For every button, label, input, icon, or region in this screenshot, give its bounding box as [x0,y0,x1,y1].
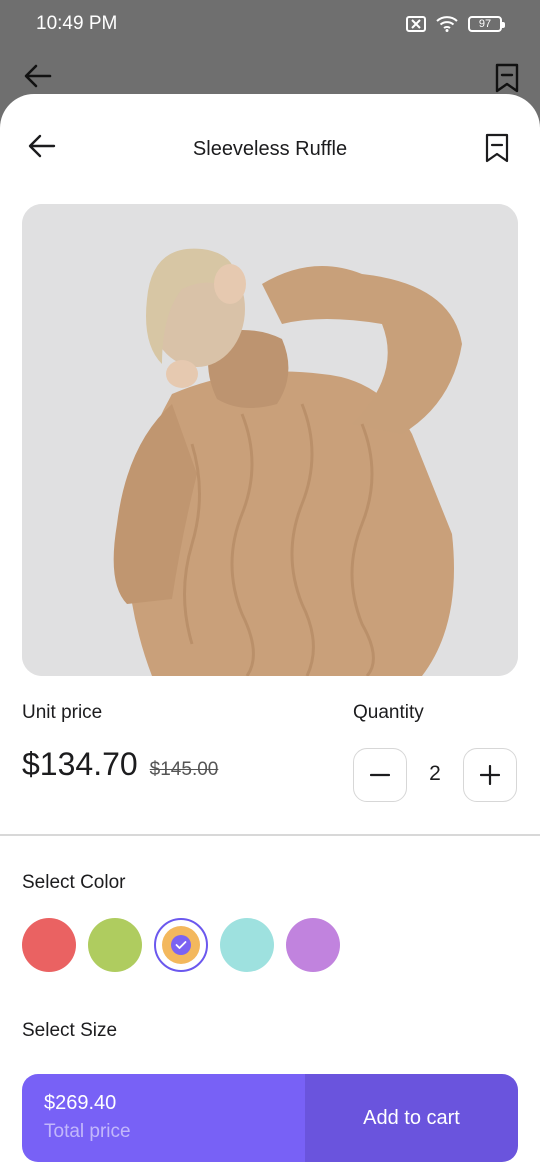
check-icon [171,935,191,955]
back-arrow-icon [24,64,52,93]
sheet-header: Sleeveless Ruffle [0,94,540,206]
current-price: $134.70 [22,746,138,782]
battery-level: 97 [478,18,492,30]
total-price-value: $269.40 [44,1092,117,1114]
color-swatch-orange[interactable] [154,918,208,972]
quantity-decrease-button[interactable] [353,748,407,802]
quantity-increase-button[interactable] [463,748,517,802]
select-color-label: Select Color [22,872,126,893]
color-swatch-teal[interactable] [220,918,274,972]
total-price-label: Total price [44,1121,131,1142]
minus-icon [370,773,390,777]
backdrop-header [0,58,540,98]
color-swatch-red[interactable] [22,918,76,972]
bookmark-icon [485,133,509,163]
quantity-value: 2 [429,762,441,785]
status-bar: 10:49 PM 97 [0,0,540,48]
select-size-label: Select Size [22,1020,118,1041]
status-time: 10:49 PM [36,13,118,34]
battery-icon: 97 [468,16,505,32]
color-swatch-purple[interactable] [286,918,340,972]
bookmark-button[interactable] [484,132,510,169]
product-sheet: Sleeveless Ruffle Unit price $134.70 $14… [0,94,540,1170]
color-swatch-green[interactable] [88,918,142,972]
divider [0,834,540,836]
color-swatches [22,918,352,972]
color-swatch-orange-fill [162,926,200,964]
add-to-cart-button[interactable]: Add to cart [305,1074,518,1162]
plus-icon [480,765,500,785]
price-row: $134.70 $145.00 [22,746,218,783]
quantity-label: Quantity [353,702,424,723]
total-price-panel: $269.40 Total price [22,1074,305,1162]
page-title: Sleeveless Ruffle [192,138,348,160]
wifi-icon [436,16,458,32]
product-image [22,204,518,676]
old-price: $145.00 [149,759,219,780]
unit-price-label: Unit price [22,702,103,723]
cart-bar: $269.40 Total price Add to cart [22,1074,518,1162]
close-box-icon [406,16,426,32]
status-icons: 97 [406,16,505,32]
